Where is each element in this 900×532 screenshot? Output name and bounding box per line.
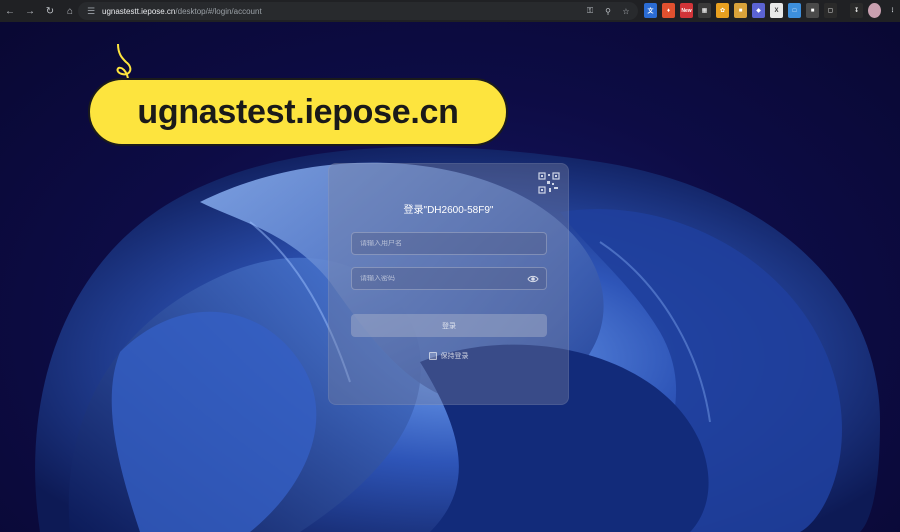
remember-login-row[interactable]: 保持登录 [329,351,568,361]
browser-toolbar: ← → ↻ ⌂ ☰ ugnastestt.iepose.cn/desktop/#… [0,0,900,22]
extension-shield-icon[interactable]: ■ [806,3,819,18]
username-input[interactable] [360,240,520,247]
show-password-eye-icon[interactable] [527,273,539,285]
extension-flower-icon[interactable]: ✿ [716,3,729,18]
extension-square-icon[interactable]: □ [788,3,801,18]
download-icon[interactable]: ↧ [850,3,863,18]
extension-leaf-icon[interactable]: ♦ [662,3,675,18]
extensions-bar: 文 ♦ New ▦ ✿ ■ ◆ X □ ■ ▢ ↧ ⋮ [644,3,899,18]
login-button[interactable]: 登录 [351,314,547,337]
extension-puzzle-icon[interactable]: ◆ [752,3,765,18]
desktop-wallpaper: 登录"DH2600-58F9" 登录 保持登录 ugnastest.iepose… [0,22,900,532]
forward-icon[interactable]: → [20,0,40,22]
domain-callout: ugnastest.iepose.cn [88,78,508,146]
login-card: 登录"DH2600-58F9" 登录 保持登录 [328,163,569,405]
key-icon[interactable]: ⚿ [584,4,596,18]
extension-folder-icon[interactable]: ■ [734,3,747,18]
url-text[interactable]: ugnastestt.iepose.cn/desktop/#/login/acc… [102,7,262,16]
remember-checkbox[interactable] [428,352,437,360]
site-info-icon[interactable]: ☰ [84,4,98,18]
extension-new-icon[interactable]: New [680,3,693,18]
remember-label: 保持登录 [440,353,469,360]
extensions-menu-icon[interactable]: ▢ [824,3,837,18]
username-field[interactable] [351,232,547,255]
login-title: 登录"DH2600-58F9" [403,205,494,216]
qr-code-icon[interactable] [538,172,560,194]
extension-translate-icon[interactable]: 文 [644,3,657,18]
password-input[interactable] [360,275,520,282]
avatar[interactable] [868,3,881,18]
reload-icon[interactable]: ↻ [40,0,60,22]
bookmark-star-icon[interactable]: ☆ [620,4,632,18]
zoom-icon[interactable]: ⚲ [602,4,614,18]
more-menu-icon[interactable]: ⋮ [886,3,899,18]
home-icon[interactable]: ⌂ [60,0,80,22]
extension-x-icon[interactable]: X [770,3,783,18]
extension-grid-icon[interactable]: ▦ [698,3,711,18]
back-icon[interactable]: ← [0,0,20,22]
password-field[interactable] [351,267,547,290]
address-bar[interactable]: ☰ ugnastestt.iepose.cn/desktop/#/login/a… [78,2,638,20]
